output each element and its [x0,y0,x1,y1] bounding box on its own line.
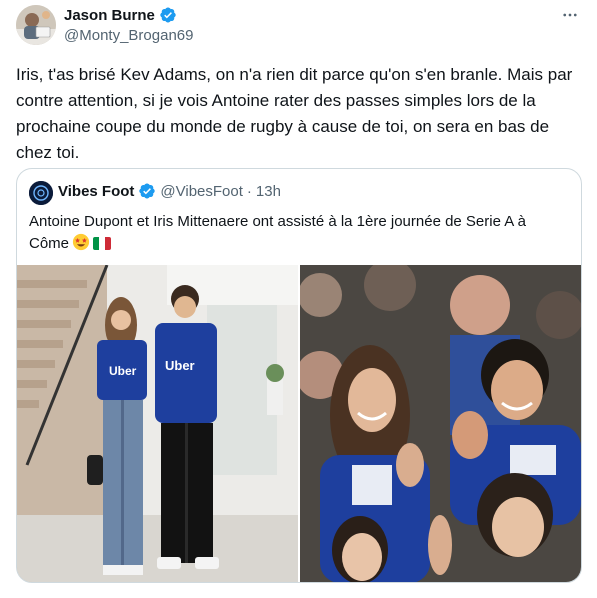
quoted-author-avatar[interactable] [29,181,53,205]
quoted-tweet[interactable]: Vibes Foot @VibesFoot · 13h Antoine Dupo… [16,168,582,583]
verified-badge-icon [159,6,177,24]
quoted-text: Antoine Dupont et Iris Mittenaere ont as… [29,211,569,255]
quoted-handle[interactable]: @VibesFoot [160,183,243,200]
svg-text:Uber: Uber [109,364,137,378]
author-display-name[interactable]: Jason Burne [64,7,155,24]
italy-flag-icon [93,237,112,250]
author-avatar[interactable] [16,5,56,45]
photo-couple-standing[interactable]: Uber Uber [17,265,298,582]
more-options-icon[interactable] [559,4,581,26]
author-handle[interactable]: @Monty_Brogan69 [64,27,193,44]
quoted-media: Uber Uber [17,265,581,582]
tweet-text: Iris, t'as brisé Kev Adams, on n'a rien … [16,65,573,162]
star-struck-emoji-icon [72,233,90,251]
svg-text:Uber: Uber [165,358,195,373]
quoted-display-name[interactable]: Vibes Foot [58,183,134,200]
photo-couple-stadium[interactable] [300,265,581,582]
verified-badge-icon [138,182,156,200]
quoted-timestamp[interactable]: 13h [256,183,281,200]
author-name-row: Jason Burne [64,6,177,24]
tweet: Jason Burne @Monty_Brogan69 Iris, t'as b… [0,0,597,598]
quoted-header: Vibes Foot @VibesFoot · 13h [58,182,281,200]
quoted-separator: · [246,182,252,200]
